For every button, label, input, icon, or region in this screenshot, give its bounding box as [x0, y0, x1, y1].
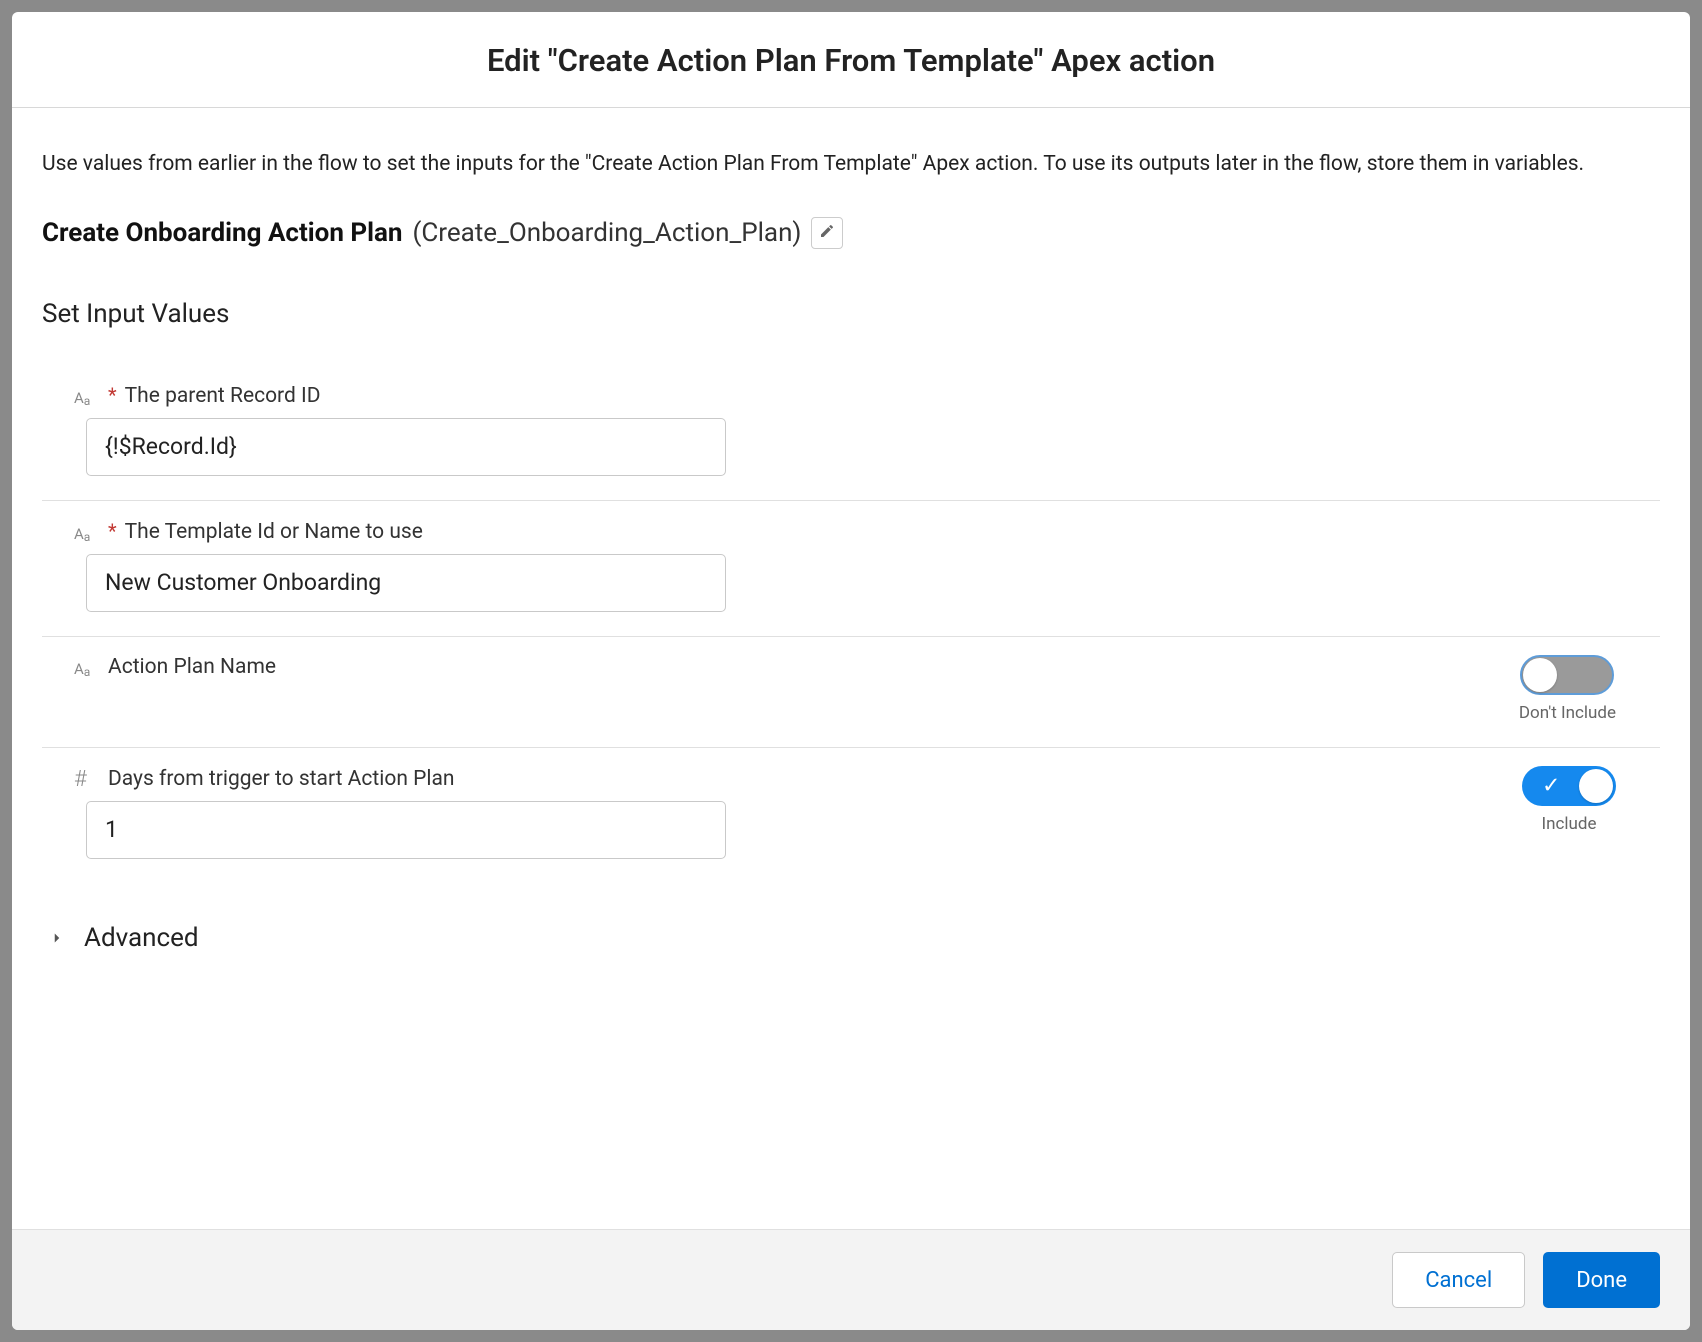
- field-template: * The Template Id or Name to use: [42, 501, 1660, 637]
- advanced-label: Advanced: [84, 923, 199, 953]
- description-text: Use values from earlier in the flow to s…: [42, 148, 1660, 181]
- text-type-icon: [74, 659, 100, 679]
- modal-header: Edit "Create Action Plan From Template" …: [12, 12, 1690, 108]
- field-label: The parent Record ID: [125, 384, 321, 408]
- days-from-trigger-toggle[interactable]: ✓: [1522, 766, 1616, 806]
- action-plan-name-toggle[interactable]: [1520, 655, 1614, 695]
- field-label: Days from trigger to start Action Plan: [108, 767, 455, 791]
- field-label: Action Plan Name: [108, 655, 276, 679]
- modal-body: Use values from earlier in the flow to s…: [12, 108, 1690, 1229]
- field-action-plan-name: Action Plan Name Don't Include: [42, 637, 1660, 748]
- edit-apex-action-modal: Edit "Create Action Plan From Template" …: [12, 12, 1690, 1330]
- done-button[interactable]: Done: [1543, 1252, 1660, 1308]
- chevron-right-icon: [48, 929, 66, 947]
- required-indicator: *: [108, 383, 117, 407]
- cancel-button[interactable]: Cancel: [1392, 1252, 1525, 1308]
- action-label: Create Onboarding Action Plan: [42, 218, 402, 248]
- action-name-row: Create Onboarding Action Plan (Create_On…: [42, 217, 1660, 249]
- field-days-from-trigger: Days from trigger to start Action Plan ✓…: [42, 748, 1660, 883]
- edit-name-button[interactable]: [811, 217, 843, 249]
- field-label: The Template Id or Name to use: [125, 520, 423, 544]
- field-parent-record-id: * The parent Record ID: [42, 365, 1660, 501]
- action-api-name: (Create_Onboarding_Action_Plan): [412, 218, 801, 248]
- required-indicator: *: [108, 519, 117, 543]
- template-input[interactable]: [86, 554, 726, 612]
- toggle-knob-icon: [1523, 658, 1557, 692]
- toggle-state-label: Include: [1541, 814, 1596, 834]
- pencil-icon: [819, 223, 835, 242]
- days-from-trigger-input[interactable]: [86, 801, 726, 859]
- modal-title: Edit "Create Action Plan From Template" …: [32, 42, 1670, 79]
- text-type-icon: [74, 388, 100, 408]
- modal-footer: Cancel Done: [12, 1229, 1690, 1330]
- set-input-values-heading: Set Input Values: [42, 299, 1660, 329]
- advanced-section-toggle[interactable]: Advanced: [42, 883, 1660, 973]
- checkmark-icon: ✓: [1542, 773, 1560, 798]
- number-type-icon: [74, 767, 100, 792]
- parent-record-id-input[interactable]: [86, 418, 726, 476]
- text-type-icon: [74, 524, 100, 544]
- toggle-state-label: Don't Include: [1519, 703, 1616, 723]
- toggle-knob-icon: [1579, 769, 1613, 803]
